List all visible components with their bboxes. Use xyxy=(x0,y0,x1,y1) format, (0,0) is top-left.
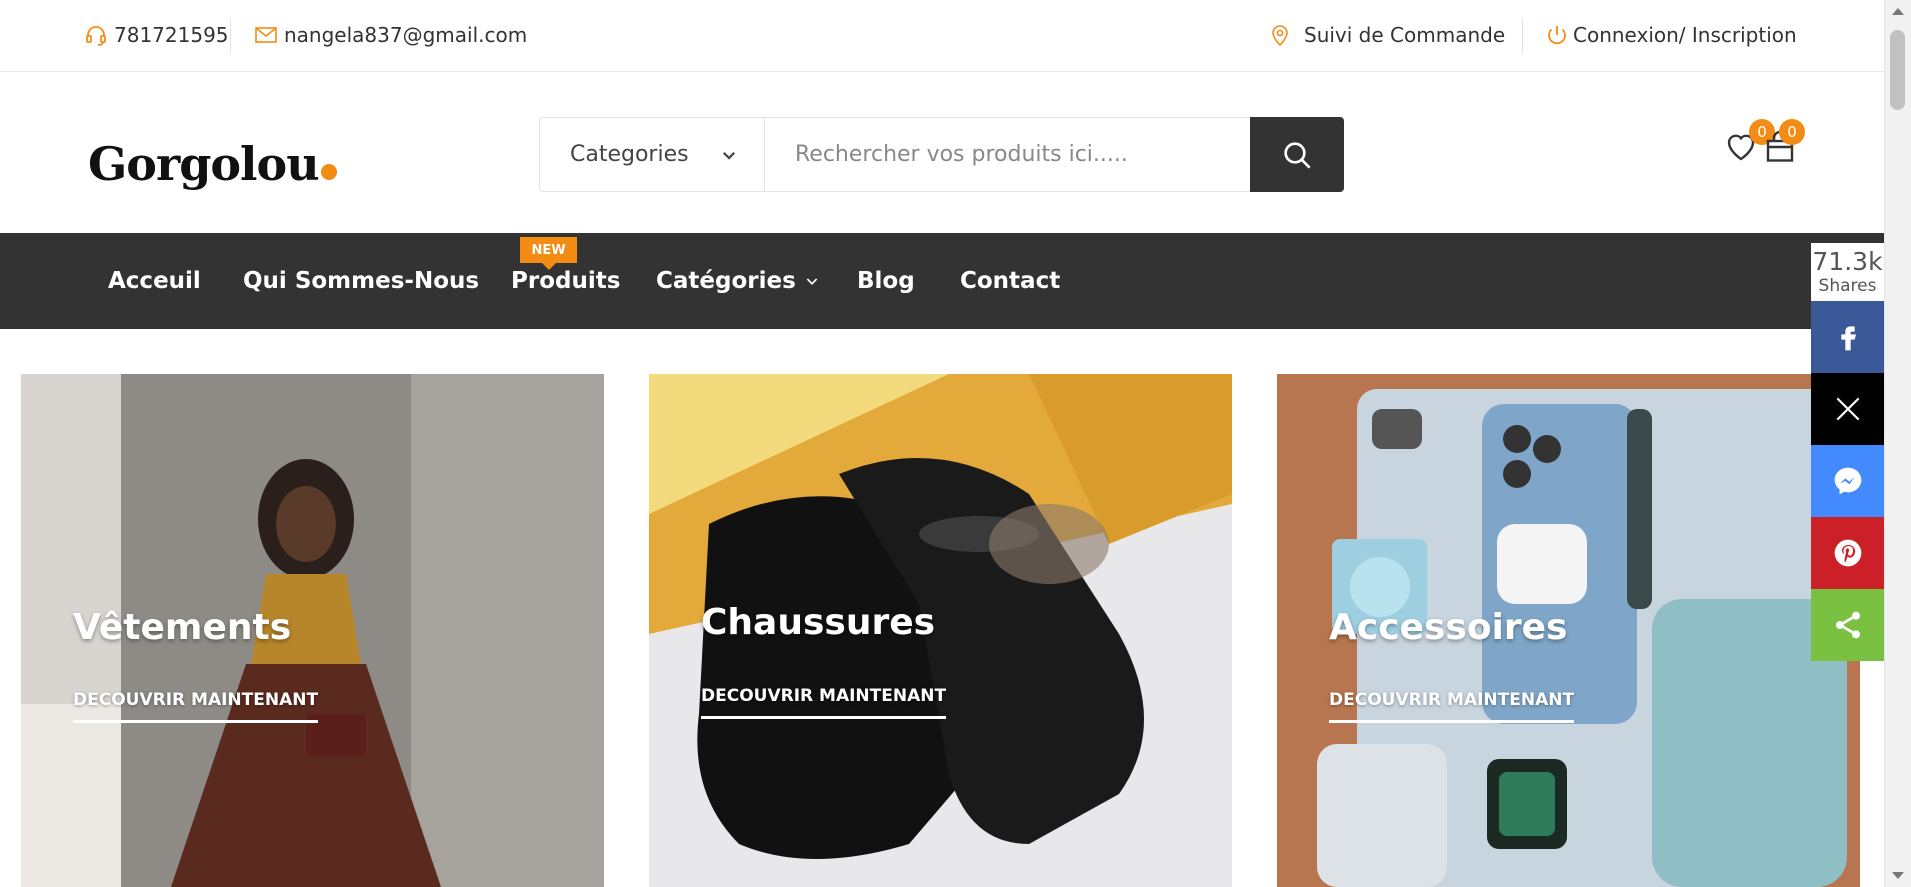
category-card-clothing[interactable]: Vêtements DECOUVRIR MAINTENANT xyxy=(21,374,604,887)
nav-item-blog[interactable]: Blog xyxy=(857,233,915,329)
power-icon xyxy=(1548,26,1566,45)
nav-item-home[interactable]: Acceuil xyxy=(108,233,201,329)
email-contact[interactable]: nangela837@gmail.com xyxy=(254,0,527,70)
search-icon xyxy=(1284,141,1311,169)
top-bar: 781721595 nangela837@gmail.com Suivi de … xyxy=(0,0,1884,72)
scrollbar-thumb[interactable] xyxy=(1890,30,1905,110)
logo-dot xyxy=(320,164,337,180)
headset-icon xyxy=(86,26,106,46)
nav-item-categories-label: Catégories xyxy=(656,268,796,294)
category-select[interactable]: Categories xyxy=(540,118,765,191)
share-more-button[interactable] xyxy=(1811,589,1884,661)
cart-count-badge: 0 xyxy=(1779,119,1805,145)
nav-item-about[interactable]: Qui Sommes-Nous xyxy=(243,233,479,329)
nav-item-categories[interactable]: Catégories xyxy=(656,233,820,329)
chevron-down-icon xyxy=(806,278,818,285)
search-button[interactable] xyxy=(1250,117,1344,192)
divider xyxy=(230,18,231,54)
location-pin-icon xyxy=(1272,25,1288,47)
category-title: Accessoires xyxy=(1329,607,1568,648)
share-count-number: 71.3k xyxy=(1812,247,1883,276)
new-badge: NEW xyxy=(520,237,577,270)
category-card-shoes[interactable]: Chaussures DECOUVRIR MAINTENANT xyxy=(649,374,1232,887)
order-tracking-link[interactable]: Suivi de Commande xyxy=(1268,0,1505,70)
pinterest-icon xyxy=(1834,539,1861,567)
email-address: nangela837@gmail.com xyxy=(284,23,528,47)
discover-link[interactable]: DECOUVRIR MAINTENANT xyxy=(701,686,947,719)
discover-link[interactable]: DECOUVRIR MAINTENANT xyxy=(1329,690,1575,723)
phone-number: 781721595 xyxy=(114,23,229,47)
share-pinterest-button[interactable] xyxy=(1811,517,1884,589)
category-title: Chaussures xyxy=(701,602,936,643)
site-logo[interactable]: Gorgolou xyxy=(88,137,337,191)
chevron-down-icon xyxy=(722,151,736,160)
share-count: 71.3k Shares xyxy=(1811,243,1884,301)
share-icon xyxy=(1835,611,1860,639)
phone-contact[interactable]: 781721595 xyxy=(84,0,229,70)
facebook-icon xyxy=(1840,326,1856,351)
share-facebook-button[interactable] xyxy=(1811,301,1884,373)
order-tracking-label: Suivi de Commande xyxy=(1304,23,1506,47)
share-messenger-button[interactable] xyxy=(1811,445,1884,517)
login-label: Connexion/ Inscription xyxy=(1573,23,1797,47)
scroll-up-arrow[interactable] xyxy=(1892,8,1904,15)
x-icon xyxy=(1836,397,1859,421)
divider xyxy=(1522,18,1523,54)
scroll-down-arrow[interactable] xyxy=(1892,872,1904,879)
main-nav: Acceuil Qui Sommes-Nous Produits Catégor… xyxy=(0,233,1884,329)
share-x-button[interactable] xyxy=(1811,373,1884,445)
category-card-accessories[interactable]: Accessoires DECOUVRIR MAINTENANT xyxy=(1277,374,1860,887)
site-header: Gorgolou Categories 0 0 xyxy=(0,72,1884,233)
search-input[interactable] xyxy=(765,118,1250,191)
logo-text: Gorgolou xyxy=(88,137,320,191)
nav-item-contact[interactable]: Contact xyxy=(960,233,1060,329)
category-select-label: Categories xyxy=(570,142,689,167)
share-count-label: Shares xyxy=(1818,276,1877,296)
page-scrollbar[interactable] xyxy=(1884,0,1911,887)
discover-link[interactable]: DECOUVRIR MAINTENANT xyxy=(73,690,319,723)
mail-icon xyxy=(255,27,277,43)
login-link[interactable]: Connexion/ Inscription xyxy=(1545,0,1797,70)
category-title: Vêtements xyxy=(73,607,292,648)
messenger-icon xyxy=(1834,467,1861,495)
search-bar: Categories xyxy=(539,117,1344,192)
social-share-bar: 71.3k Shares xyxy=(1811,243,1884,661)
